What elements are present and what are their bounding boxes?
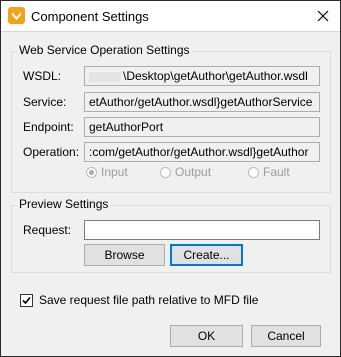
- service-field[interactable]: etAuthor/getAuthor.wsdl}getAuthorService: [84, 92, 320, 112]
- wsdl-label: WSDL:: [23, 69, 62, 83]
- altova-app-icon: [8, 7, 25, 24]
- radio-input-selected-icon: [86, 167, 97, 178]
- window-title: Component Settings: [31, 9, 149, 24]
- request-input[interactable]: [84, 220, 320, 240]
- web-service-operation-title: Web Service Operation Settings: [17, 43, 192, 57]
- radio-fault[interactable]: Fault: [248, 165, 290, 179]
- cancel-button[interactable]: Cancel: [251, 325, 321, 347]
- request-label: Request:: [23, 223, 72, 237]
- radio-input[interactable]: Input: [86, 165, 128, 179]
- save-relative-checkbox[interactable]: [20, 294, 33, 307]
- endpoint-label: Endpoint:: [23, 120, 74, 134]
- wsdl-field[interactable]: \Desktop\getAuthor\getAuthor.wsdl: [84, 66, 320, 86]
- browse-button[interactable]: Browse: [84, 244, 165, 266]
- save-relative-label: Save request file path relative to MFD f…: [39, 293, 259, 307]
- endpoint-field[interactable]: getAuthorPort: [84, 117, 320, 137]
- radio-fault-icon: [248, 167, 259, 178]
- service-label: Service:: [23, 95, 67, 109]
- create-button[interactable]: Create...: [170, 244, 243, 266]
- title-bar: Component Settings: [1, 1, 340, 32]
- redacted-path-segment: [89, 71, 121, 82]
- operation-label: Operation:: [23, 145, 80, 159]
- ok-button[interactable]: OK: [170, 325, 243, 347]
- operation-field[interactable]: :com/getAuthor/getAuthor.wsdl}getAuthor: [84, 142, 320, 162]
- checkmark-icon: [22, 296, 31, 305]
- radio-output[interactable]: Output: [160, 165, 211, 179]
- radio-output-icon: [160, 167, 171, 178]
- component-settings-dialog: Component Settings Web Service Operation…: [0, 0, 341, 357]
- close-icon[interactable]: [312, 5, 334, 27]
- preview-settings-title: Preview Settings: [17, 197, 111, 211]
